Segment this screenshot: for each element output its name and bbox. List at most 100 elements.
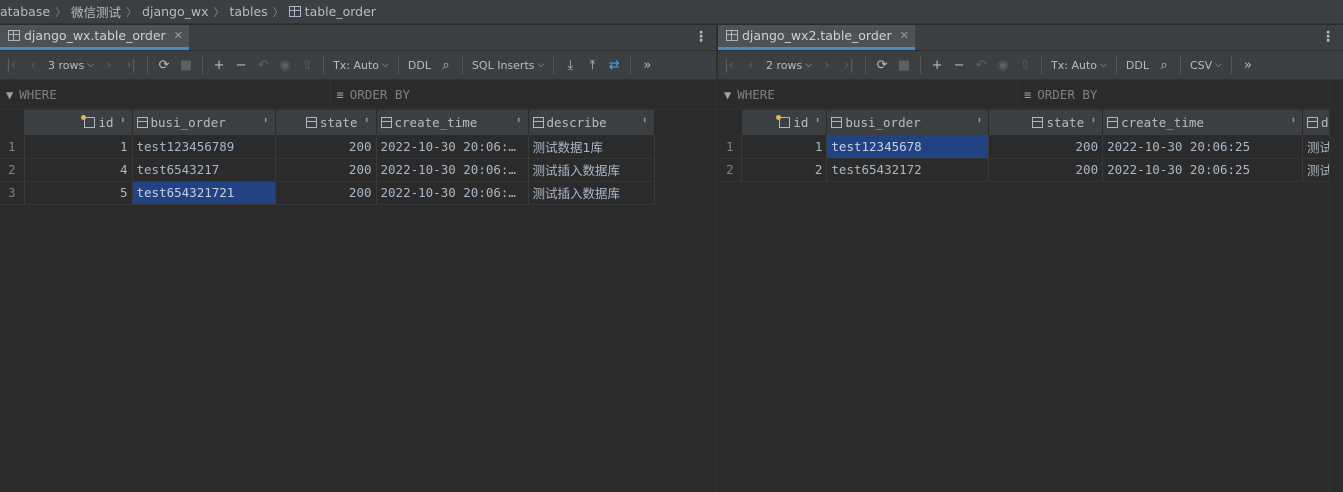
preview-icon[interactable]: ◉: [274, 54, 296, 76]
preview-icon[interactable]: ◉: [992, 54, 1014, 76]
cell-id[interactable]: 4: [24, 158, 133, 182]
where-filter-input[interactable]: ▼ WHERE: [0, 79, 331, 110]
cell-state[interactable]: 200: [275, 135, 377, 159]
first-page-icon[interactable]: |‹: [718, 54, 740, 76]
breadcrumb-item-db[interactable]: django_wx: [142, 4, 208, 19]
cell-state[interactable]: 200: [988, 135, 1104, 159]
cell-busi-order-selected[interactable]: test12345678: [826, 135, 990, 159]
revert-icon[interactable]: ↶: [252, 54, 274, 76]
search-icon[interactable]: ⌕: [435, 54, 457, 76]
sort-icon[interactable]: ⬍: [516, 116, 521, 126]
sort-icon[interactable]: ⬍: [1291, 116, 1296, 126]
column-header-id[interactable]: id ⬍: [741, 110, 828, 135]
prev-page-icon[interactable]: ‹: [22, 54, 44, 76]
row-number: 2: [718, 158, 743, 182]
rows-count-dropdown[interactable]: 2 rows ⌵: [762, 54, 816, 76]
next-page-icon[interactable]: ›: [816, 54, 838, 76]
more-actions-icon[interactable]: »: [1237, 54, 1259, 76]
first-page-icon[interactable]: |‹: [0, 54, 22, 76]
cell-describe[interactable]: 测试插入数据库: [528, 181, 655, 205]
sort-icon[interactable]: ⬍: [364, 116, 369, 126]
table-row[interactable]: 3 5 test654321721 200 2022-10-30 20:06:……: [0, 181, 655, 205]
export-icon[interactable]: ⤓: [559, 54, 581, 76]
prev-page-icon[interactable]: ‹: [740, 54, 762, 76]
cell-state[interactable]: 200: [988, 158, 1104, 182]
cell-busi-order-selected[interactable]: test654321721: [132, 181, 276, 205]
cell-id[interactable]: 2: [741, 158, 828, 182]
sort-icon[interactable]: ⬍: [120, 116, 125, 126]
cell-id[interactable]: 1: [24, 135, 133, 159]
vertical-scrollbar[interactable]: [1329, 81, 1343, 492]
close-icon[interactable]: ✕: [174, 29, 183, 42]
submit-icon[interactable]: ⇧: [1014, 54, 1036, 76]
delete-row-icon[interactable]: −: [948, 54, 970, 76]
cell-id[interactable]: 1: [741, 135, 828, 159]
extractor-dropdown[interactable]: SQL Inserts ⌵: [468, 54, 548, 76]
compare-icon[interactable]: ⇄: [603, 54, 625, 76]
sort-icon[interactable]: ⬍: [263, 116, 268, 126]
cell-state[interactable]: 200: [275, 181, 377, 205]
cell-create-time[interactable]: 2022-10-30 20:06:25: [1102, 158, 1303, 182]
cell-busi-order[interactable]: test123456789: [132, 135, 276, 159]
more-options-icon[interactable]: ⋮: [1321, 29, 1335, 45]
where-filter-input[interactable]: ▼ WHERE: [718, 79, 1018, 110]
sort-icon[interactable]: ⬍: [642, 116, 647, 126]
stop-icon[interactable]: ■: [175, 54, 197, 76]
more-actions-icon[interactable]: »: [636, 54, 658, 76]
revert-icon[interactable]: ↶: [970, 54, 992, 76]
column-header-state[interactable]: state ⬍: [988, 110, 1104, 135]
table-row[interactable]: 1 1 test12345678 200 2022-10-30 20:06:25…: [718, 135, 1343, 159]
add-row-icon[interactable]: +: [208, 54, 230, 76]
sort-icon[interactable]: ⬍: [977, 116, 982, 126]
breadcrumb-item-tables[interactable]: tables: [230, 4, 268, 19]
tx-mode-dropdown[interactable]: Tx: Auto ⌵: [329, 54, 393, 76]
import-icon[interactable]: ⤒: [581, 54, 603, 76]
order-by-input[interactable]: ≡ ORDER BY: [1018, 80, 1343, 110]
cell-create-time[interactable]: 2022-10-30 20:06:…: [376, 181, 529, 205]
sort-icon[interactable]: ⬍: [815, 116, 820, 126]
table-row[interactable]: 1 1 test123456789 200 2022-10-30 20:06:……: [0, 135, 655, 159]
refresh-icon[interactable]: ⟳: [153, 54, 175, 76]
column-header-create-time[interactable]: create_time ⬍: [376, 110, 529, 135]
breadcrumb-item-database[interactable]: atabase: [0, 4, 50, 19]
column-header-describe[interactable]: describe ⬍: [528, 110, 655, 135]
column-header-busi-order[interactable]: busi_order ⬍: [826, 110, 990, 135]
breadcrumb-item-table[interactable]: table_order: [305, 4, 376, 19]
rows-count-dropdown[interactable]: 3 rows ⌵: [44, 54, 98, 76]
cell-busi-order[interactable]: test65432172: [826, 158, 990, 182]
stop-icon[interactable]: ■: [893, 54, 915, 76]
table-row[interactable]: 2 2 test65432172 200 2022-10-30 20:06:25…: [718, 158, 1343, 182]
ddl-button[interactable]: DDL: [404, 54, 435, 76]
column-header-state[interactable]: state ⬍: [275, 110, 377, 135]
sort-icon[interactable]: ⬍: [1091, 116, 1096, 126]
last-page-icon[interactable]: ›|: [838, 54, 860, 76]
next-page-icon[interactable]: ›: [98, 54, 120, 76]
column-header-create-time[interactable]: create_time ⬍: [1102, 110, 1303, 135]
column-header-busi-order[interactable]: busi_order ⬍: [132, 110, 276, 135]
extractor-dropdown[interactable]: CSV ⌵: [1186, 54, 1226, 76]
tab-django-wx-table-order[interactable]: django_wx.table_order ✕: [0, 25, 189, 50]
breadcrumb-item-schema[interactable]: 微信测试: [71, 2, 121, 21]
cell-busi-order[interactable]: test6543217: [132, 158, 276, 182]
cell-create-time[interactable]: 2022-10-30 20:06:…: [376, 158, 529, 182]
cell-create-time[interactable]: 2022-10-30 20:06:25: [1102, 135, 1303, 159]
table-row[interactable]: 2 4 test6543217 200 2022-10-30 20:06:… 测…: [0, 158, 655, 182]
tx-mode-dropdown[interactable]: Tx: Auto ⌵: [1047, 54, 1111, 76]
order-by-input[interactable]: ≡ ORDER BY: [331, 80, 716, 110]
submit-icon[interactable]: ⇧: [296, 54, 318, 76]
ddl-button[interactable]: DDL: [1122, 54, 1153, 76]
cell-describe[interactable]: 测试插入数据库: [528, 158, 655, 182]
tab-django-wx2-table-order[interactable]: django_wx2.table_order ✕: [718, 25, 915, 50]
close-icon[interactable]: ✕: [900, 29, 909, 42]
delete-row-icon[interactable]: −: [230, 54, 252, 76]
column-header-id[interactable]: id ⬍: [24, 110, 133, 135]
cell-id[interactable]: 5: [24, 181, 133, 205]
last-page-icon[interactable]: ›|: [120, 54, 142, 76]
cell-state[interactable]: 200: [275, 158, 377, 182]
more-options-icon[interactable]: ⋮: [694, 29, 708, 45]
cell-create-time[interactable]: 2022-10-30 20:06:…: [376, 135, 529, 159]
cell-describe[interactable]: 测试数据1库: [528, 135, 655, 159]
refresh-icon[interactable]: ⟳: [871, 54, 893, 76]
add-row-icon[interactable]: +: [926, 54, 948, 76]
search-icon[interactable]: ⌕: [1153, 54, 1175, 76]
